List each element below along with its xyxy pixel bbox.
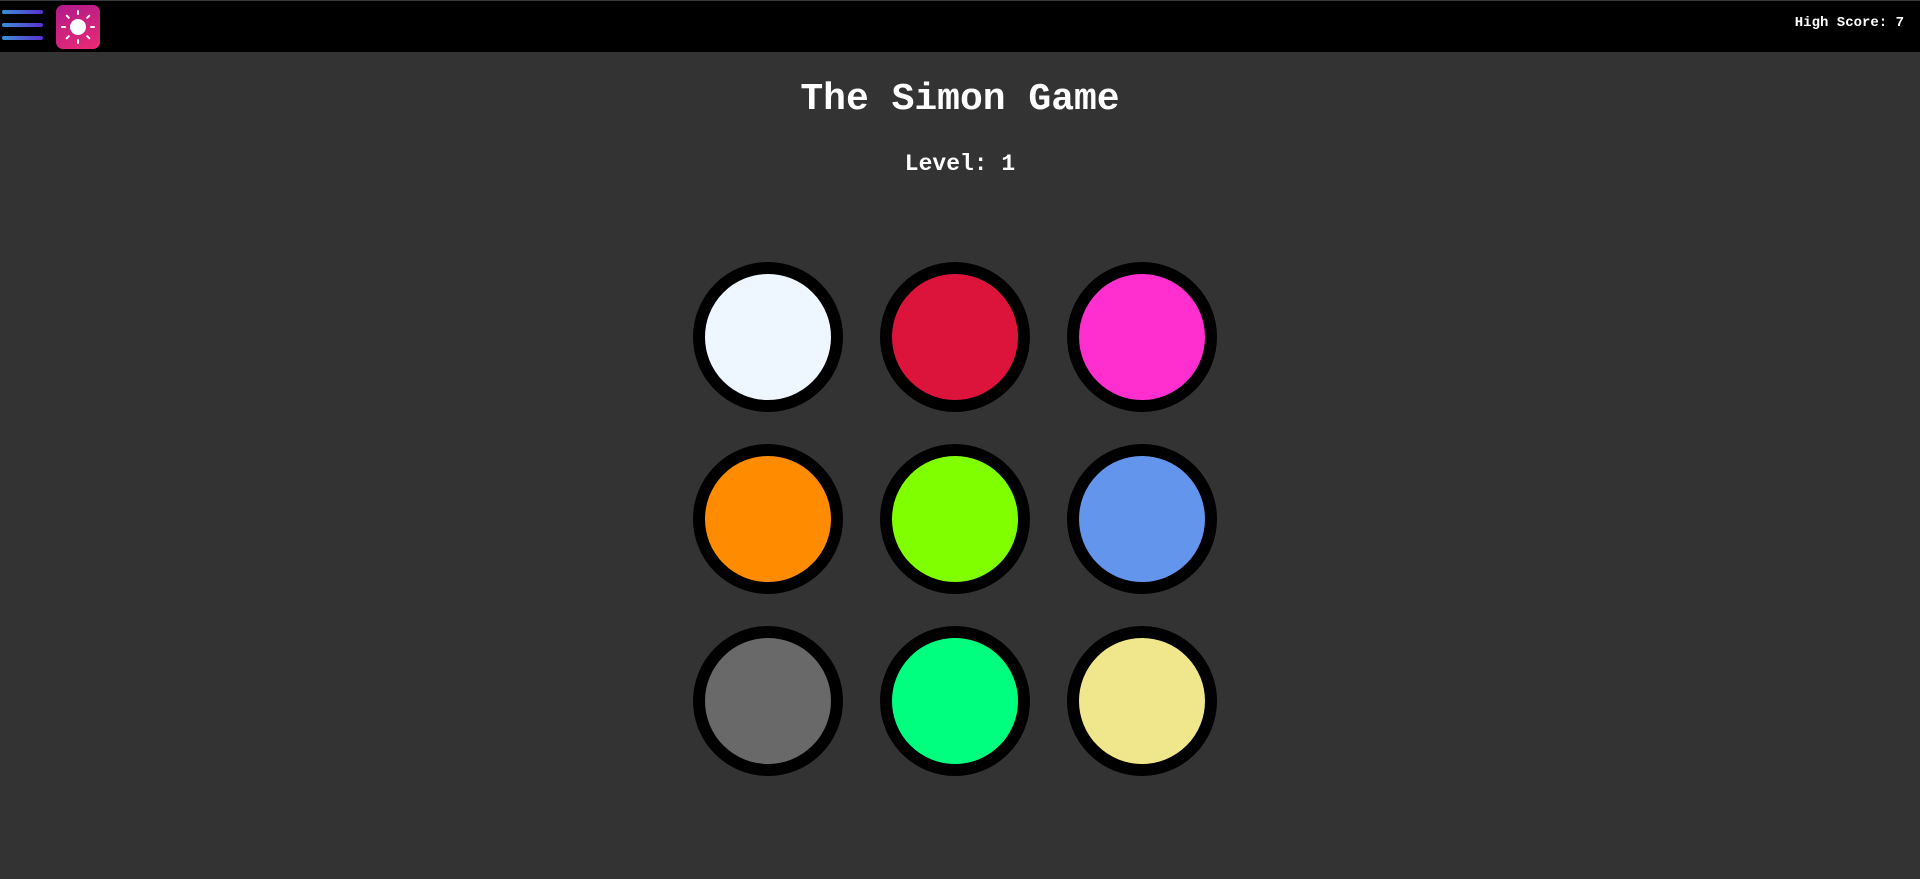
blue-pad[interactable] — [1067, 444, 1217, 594]
hamburger-menu-icon[interactable] — [0, 8, 46, 44]
menu-bar-line — [2, 10, 43, 14]
green-pad[interactable] — [880, 626, 1030, 776]
menu-bar-line — [2, 36, 43, 40]
theme-toggle-button[interactable] — [56, 5, 100, 49]
high-score: High Score: 7 — [1794, 15, 1904, 31]
lime-pad[interactable] — [880, 444, 1030, 594]
crimson-pad[interactable] — [880, 262, 1030, 412]
top-bar: High Score: 7 — [0, 0, 1920, 52]
level-indicator: Level: 1 — [904, 151, 1016, 177]
sun-icon — [61, 10, 95, 44]
gray-pad[interactable] — [693, 626, 843, 776]
magenta-pad[interactable] — [1067, 262, 1217, 412]
white-pad[interactable] — [693, 262, 843, 412]
menu-bar-line — [2, 23, 43, 27]
khaki-pad[interactable] — [1067, 626, 1217, 776]
game-title: The Simon Game — [800, 78, 1120, 121]
pad-grid — [693, 262, 1219, 776]
orange-pad[interactable] — [693, 444, 843, 594]
